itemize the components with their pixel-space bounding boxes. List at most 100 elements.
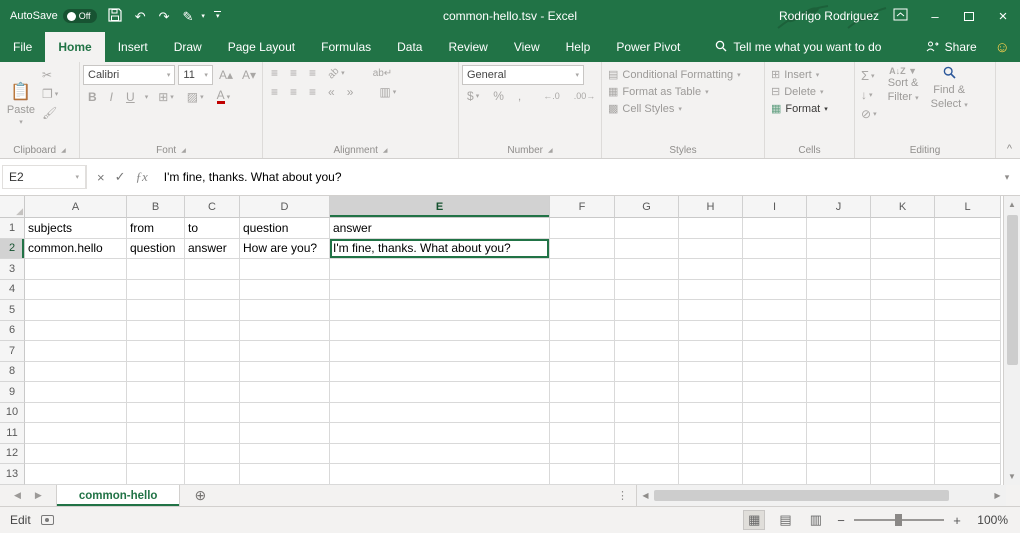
cell-J12[interactable]	[807, 444, 871, 465]
cell-L6[interactable]	[935, 321, 1001, 342]
cell-F7[interactable]	[550, 341, 615, 362]
cell-J1[interactable]	[807, 218, 871, 239]
tab-file[interactable]: File	[0, 32, 45, 62]
cell-J13[interactable]	[807, 464, 871, 485]
cut-icon[interactable]: ✂	[39, 67, 61, 83]
increase-decimal-icon[interactable]: ←.0	[540, 90, 563, 102]
cell-J9[interactable]	[807, 382, 871, 403]
cell-H12[interactable]	[679, 444, 743, 465]
column-header-A[interactable]: A	[25, 196, 127, 218]
cell-K13[interactable]	[871, 464, 935, 485]
pen-dropdown-icon[interactable]: ▾	[201, 12, 205, 20]
cell-D13[interactable]	[240, 464, 330, 485]
cell-B1[interactable]: from	[127, 218, 185, 239]
insert-function-icon[interactable]: ƒx	[136, 169, 148, 185]
cell-E12[interactable]	[330, 444, 550, 465]
cell-D11[interactable]	[240, 423, 330, 444]
cell-G11[interactable]	[615, 423, 679, 444]
cell-I10[interactable]	[743, 403, 807, 424]
save-icon[interactable]	[106, 6, 124, 26]
wrap-text-icon[interactable]: ab↵	[370, 67, 396, 80]
vertical-scrollbar[interactable]: ▲ ▼	[1003, 196, 1020, 485]
insert-cells-button[interactable]: ⊞ Insert ▾	[768, 67, 851, 82]
cell-K8[interactable]	[871, 362, 935, 383]
cell-H13[interactable]	[679, 464, 743, 485]
cell-L4[interactable]	[935, 280, 1001, 301]
alignment-dialog-launcher-icon[interactable]: ◢	[383, 147, 388, 154]
cell-A8[interactable]	[25, 362, 127, 383]
borders-icon[interactable]: ⊞▾	[155, 89, 177, 105]
column-header-H[interactable]: H	[679, 196, 743, 218]
expand-formula-bar-icon[interactable]: ▾	[996, 172, 1018, 183]
row-header-1[interactable]: 1	[0, 218, 25, 239]
cell-D6[interactable]	[240, 321, 330, 342]
underline-icon[interactable]: U	[123, 89, 138, 105]
scroll-left-icon[interactable]: ◀	[637, 491, 654, 500]
cell-C6[interactable]	[185, 321, 240, 342]
cell-G3[interactable]	[615, 259, 679, 280]
cell-D7[interactable]	[240, 341, 330, 362]
column-header-E[interactable]: E	[330, 196, 550, 218]
clear-icon[interactable]: ⊘▾	[858, 106, 880, 122]
row-header-11[interactable]: 11	[0, 423, 25, 444]
feedback-smiley-icon[interactable]: ☺	[995, 32, 1010, 62]
number-format-combo[interactable]: General ▾	[462, 65, 584, 85]
cell-J3[interactable]	[807, 259, 871, 280]
cell-I8[interactable]	[743, 362, 807, 383]
zoom-in-icon[interactable]: +	[952, 513, 962, 528]
tab-page-layout[interactable]: Page Layout	[215, 32, 308, 62]
pen-icon[interactable]: ✎	[181, 8, 196, 25]
cell-I13[interactable]	[743, 464, 807, 485]
cell-L3[interactable]	[935, 259, 1001, 280]
maximize-button[interactable]	[952, 0, 986, 32]
underline-dropdown-icon[interactable]: ▾	[145, 93, 149, 101]
cell-L7[interactable]	[935, 341, 1001, 362]
cell-L1[interactable]	[935, 218, 1001, 239]
row-header-6[interactable]: 6	[0, 321, 25, 342]
cell-C10[interactable]	[185, 403, 240, 424]
cell-I2[interactable]	[743, 239, 807, 260]
cell-A12[interactable]	[25, 444, 127, 465]
bottom-align-icon[interactable]: ≡	[306, 65, 319, 81]
cell-E2[interactable]: I'm fine, thanks. What about you?	[330, 239, 550, 260]
cell-G8[interactable]	[615, 362, 679, 383]
cell-A6[interactable]	[25, 321, 127, 342]
cell-G6[interactable]	[615, 321, 679, 342]
font-size-combo[interactable]: 11 ▾	[178, 65, 213, 85]
formula-input[interactable]: I'm fine, thanks. What about you?	[158, 165, 996, 189]
tab-review[interactable]: Review	[435, 32, 500, 62]
column-header-K[interactable]: K	[871, 196, 935, 218]
cell-G7[interactable]	[615, 341, 679, 362]
redo-icon[interactable]: ↷	[157, 8, 172, 25]
tab-view[interactable]: View	[501, 32, 553, 62]
enter-entry-icon[interactable]: ✓	[115, 169, 126, 185]
tab-power-pivot[interactable]: Power Pivot	[603, 32, 693, 62]
tab-formulas[interactable]: Formulas	[308, 32, 384, 62]
row-header-8[interactable]: 8	[0, 362, 25, 383]
cell-K3[interactable]	[871, 259, 935, 280]
cell-A11[interactable]	[25, 423, 127, 444]
autosum-icon[interactable]: Σ▾	[858, 67, 880, 84]
column-header-L[interactable]: L	[935, 196, 1001, 218]
cell-A3[interactable]	[25, 259, 127, 280]
cell-A5[interactable]	[25, 300, 127, 321]
cell-F12[interactable]	[550, 444, 615, 465]
cell-H1[interactable]	[679, 218, 743, 239]
format-as-table-button[interactable]: ▦ Format as Table ▾	[605, 84, 761, 99]
fill-color-icon[interactable]: ▨▾	[184, 89, 207, 105]
cell-E11[interactable]	[330, 423, 550, 444]
cell-H5[interactable]	[679, 300, 743, 321]
cell-J2[interactable]	[807, 239, 871, 260]
cell-D5[interactable]	[240, 300, 330, 321]
column-header-F[interactable]: F	[550, 196, 615, 218]
row-header-7[interactable]: 7	[0, 341, 25, 362]
cell-J8[interactable]	[807, 362, 871, 383]
cell-G2[interactable]	[615, 239, 679, 260]
cell-F6[interactable]	[550, 321, 615, 342]
cell-C4[interactable]	[185, 280, 240, 301]
cell-F11[interactable]	[550, 423, 615, 444]
scroll-up-icon[interactable]: ▲	[1004, 196, 1020, 213]
cell-C7[interactable]	[185, 341, 240, 362]
italic-icon[interactable]: I	[107, 89, 116, 105]
cell-G10[interactable]	[615, 403, 679, 424]
